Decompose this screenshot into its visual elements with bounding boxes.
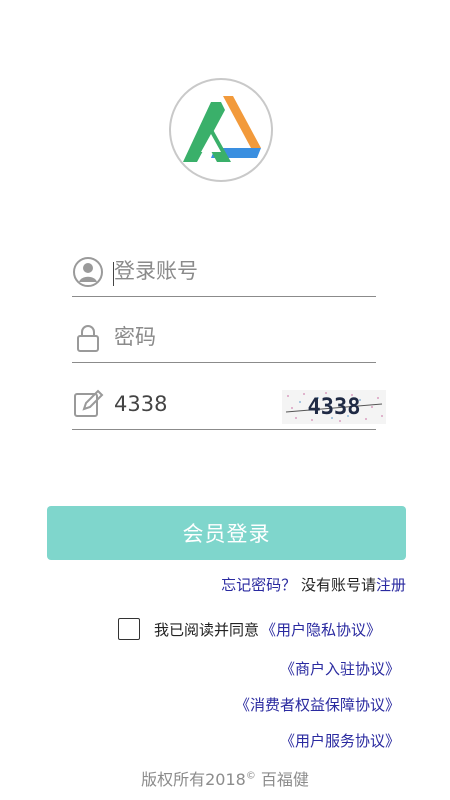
captcha-input[interactable] — [114, 387, 294, 421]
agree-checkbox[interactable] — [118, 618, 140, 640]
edit-icon — [74, 389, 104, 417]
forgot-password-link[interactable]: 忘记密码？ — [221, 576, 296, 594]
consumer-agreement-link[interactable]: 《消费者权益保障协议》 — [235, 694, 400, 715]
captcha-text: 4338 — [308, 395, 361, 420]
account-input[interactable] — [114, 254, 294, 288]
app-logo — [169, 78, 273, 182]
merchant-agreement-link[interactable]: 《商户入驻协议》 — [280, 658, 400, 679]
copyright-footer: 版权所有2018© 百福健 — [0, 766, 450, 790]
no-account-text: 没有账号请 — [300, 576, 376, 594]
lock-icon — [77, 325, 99, 352]
password-field — [72, 316, 376, 363]
privacy-agreement-link[interactable]: 《用户隐私协议》 — [261, 619, 381, 640]
service-agreement-link[interactable]: 《用户服务协议》 — [280, 730, 400, 751]
copyright-prefix: 版权所有2018 — [141, 770, 246, 789]
account-field — [72, 250, 376, 297]
user-icon — [73, 257, 103, 287]
agree-text: 我已阅读并同意 — [154, 620, 260, 639]
triangle-logo-icon — [183, 96, 261, 162]
register-link[interactable]: 注册 — [376, 576, 406, 594]
password-input[interactable] — [114, 320, 294, 354]
agreement-row: 我已阅读并同意 《用户隐私协议》 — [118, 616, 381, 642]
text-cursor — [113, 262, 114, 286]
login-button[interactable]: 会员登录 — [47, 506, 406, 560]
help-row: 忘记密码？ 没有账号请注册 — [221, 574, 406, 595]
company-name: 百福健 — [260, 770, 309, 789]
captcha-image[interactable]: 4338 — [282, 390, 386, 424]
copyright-symbol: © — [245, 770, 256, 782]
